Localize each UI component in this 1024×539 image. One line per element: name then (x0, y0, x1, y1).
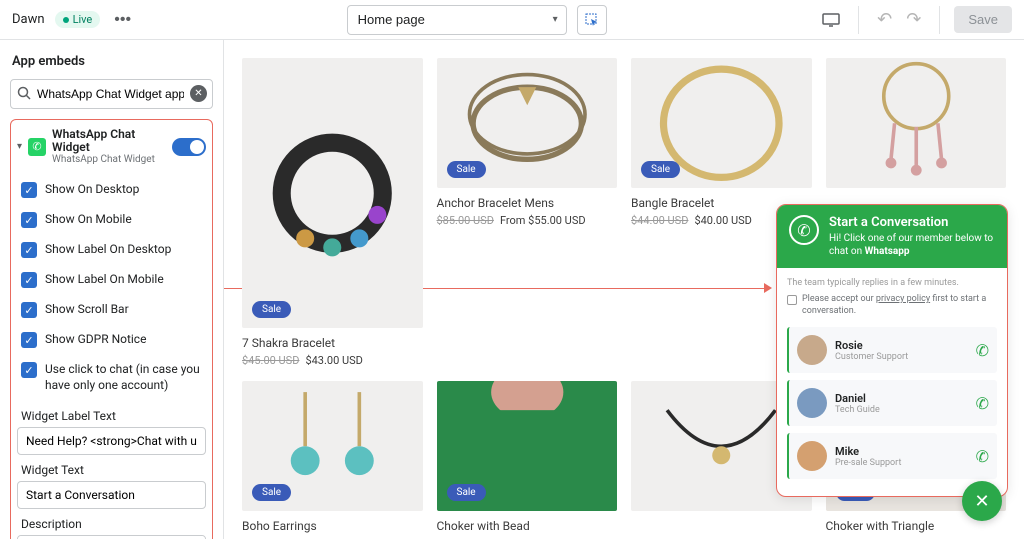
save-button[interactable]: Save (954, 6, 1012, 33)
chat-member[interactable]: RosieCustomer Support ✆ (787, 327, 997, 373)
inspector-button[interactable] (577, 5, 607, 35)
live-text: Live (73, 13, 93, 26)
checkbox-label: Show Label On Mobile (45, 272, 164, 288)
desc-field-label: Description (17, 509, 206, 535)
avatar (797, 335, 827, 365)
theme-name: Dawn (12, 12, 45, 27)
chat-gdpr-notice: Please accept our privacy policy first t… (787, 294, 997, 317)
undo-button[interactable]: ↶ (873, 5, 896, 34)
checkbox-icon[interactable]: ✓ (21, 272, 37, 288)
search-icon (17, 86, 31, 100)
whatsapp-icon: ✆ (976, 447, 989, 466)
chat-member[interactable]: MikePre-sale Support ✆ (787, 433, 997, 479)
member-name: Mike (835, 445, 968, 458)
widget-toggle[interactable] (172, 138, 206, 156)
live-badge: Live (55, 11, 101, 28)
member-name: Rosie (835, 339, 968, 352)
checkbox-icon[interactable]: ✓ (21, 332, 37, 348)
checkbox-icon[interactable]: ✓ (21, 212, 37, 228)
checkbox-row[interactable]: ✓ Show On Mobile (17, 205, 206, 235)
widget-label-input[interactable] (17, 427, 206, 455)
clear-search-icon[interactable]: ✕ (190, 85, 207, 102)
member-role: Pre-sale Support (835, 458, 968, 468)
desktop-preview-button[interactable] (818, 9, 844, 31)
checkbox-icon[interactable]: ✓ (21, 362, 37, 378)
checkbox-row[interactable]: ✓ Show GDPR Notice (17, 325, 206, 355)
checkbox-label: Show On Desktop (45, 182, 139, 198)
more-menu-button[interactable]: ••• (110, 7, 135, 33)
product-image: Sale (437, 58, 618, 188)
member-name: Daniel (835, 392, 968, 405)
checkbox-label: Show Label On Desktop (45, 242, 171, 258)
checkbox-row[interactable]: ✓ Show On Desktop (17, 175, 206, 205)
sale-badge: Sale (447, 161, 486, 178)
whatsapp-app-icon: ✆ (28, 138, 46, 156)
chat-popup: ✆ Start a Conversation Hi! Click one of … (776, 204, 1008, 497)
avatar (797, 388, 827, 418)
sidebar-title: App embeds (10, 50, 213, 79)
widget-header[interactable]: ▾ ✆ WhatsApp Chat Widget WhatsApp Chat W… (17, 128, 206, 175)
member-role: Customer Support (835, 352, 968, 362)
checkbox-icon[interactable]: ✓ (21, 182, 37, 198)
topbar: Dawn Live ••• Home page ↶ ↷ Save (0, 0, 1024, 40)
widget-name: WhatsApp Chat Widget (52, 128, 166, 154)
chat-title: Start a Conversation (829, 215, 995, 230)
sale-badge: Sale (447, 484, 486, 501)
widget-desc-input[interactable] (17, 535, 206, 539)
chat-header: ✆ Start a Conversation Hi! Click one of … (777, 205, 1007, 268)
product-image: Sale (631, 58, 812, 188)
product-title: Boho Earrings (242, 511, 423, 537)
checkbox-icon[interactable]: ✓ (21, 302, 37, 318)
product-image (826, 58, 1007, 188)
text-field-label: Widget Text (17, 455, 206, 481)
label-field-label: Widget Label Text (17, 401, 206, 427)
product-card[interactable]: Sale 7 Shakra Bracelet$45.00 USD$43.00 US… (242, 58, 423, 367)
checkbox-row[interactable]: ✓ Show Label On Desktop (17, 235, 206, 265)
product-card[interactable]: Sale Boho Earrings (242, 381, 423, 537)
chat-close-fab[interactable]: ✕ (962, 481, 1002, 521)
member-role: Tech Guide (835, 405, 968, 415)
chat-description: Hi! Click one of our member below to cha… (829, 232, 995, 258)
product-card[interactable]: Sale Anchor Bracelet Mens$85.00 USDFrom $… (437, 58, 618, 367)
checkbox-label: Show GDPR Notice (45, 332, 146, 348)
product-price: $45.00 USD$43.00 USD (242, 354, 423, 367)
product-title: Anchor Bracelet Mens (437, 188, 618, 214)
whatsapp-icon: ✆ (976, 394, 989, 413)
checkbox-label: Use click to chat (in case you have only… (45, 362, 202, 393)
checkbox-row[interactable]: ✓ Show Scroll Bar (17, 295, 206, 325)
product-title: Choker with Bead (437, 511, 618, 537)
sale-badge: Sale (641, 161, 680, 178)
product-image: Sale (242, 381, 423, 511)
product-price: $85.00 USDFrom $55.00 USD (437, 214, 618, 227)
widget-config-block: ▾ ✆ WhatsApp Chat Widget WhatsApp Chat W… (10, 119, 213, 539)
gdpr-checkbox[interactable] (787, 295, 797, 305)
checkbox-label: Show On Mobile (45, 212, 132, 228)
sale-badge: Sale (252, 301, 291, 318)
preview-canvas: Sale 7 Shakra Bracelet$45.00 USD$43.00 US… (224, 40, 1024, 539)
page-selector[interactable]: Home page (347, 5, 567, 35)
sale-badge: Sale (252, 484, 291, 501)
whatsapp-icon: ✆ (976, 341, 989, 360)
redo-button[interactable]: ↷ (902, 5, 925, 34)
privacy-link[interactable]: privacy policy (876, 294, 930, 304)
checkbox-row[interactable]: ✓ Use click to chat (in case you have onl… (17, 355, 206, 400)
avatar (797, 441, 827, 471)
chat-reply-note: The team typically replies in a few minu… (787, 278, 997, 288)
product-image: Sale (242, 58, 423, 328)
sidebar: App embeds ✕ ▾ ✆ WhatsApp Chat Widget Wh… (0, 40, 224, 539)
widget-subtitle: WhatsApp Chat Widget (52, 154, 166, 165)
whatsapp-icon: ✆ (789, 215, 819, 245)
page-selector-label: Home page (358, 12, 425, 27)
product-card[interactable]: Sale Choker with Bead (437, 381, 618, 537)
chat-member[interactable]: DanielTech Guide ✆ (787, 380, 997, 426)
chevron-down-icon: ▾ (17, 141, 22, 152)
product-image: Sale (437, 381, 618, 511)
checkbox-row[interactable]: ✓ Show Label On Mobile (17, 265, 206, 295)
widget-text-input[interactable] (17, 481, 206, 509)
product-title: 7 Shakra Bracelet (242, 328, 423, 354)
checkbox-label: Show Scroll Bar (45, 302, 129, 318)
search-input[interactable] (10, 79, 213, 109)
checkbox-icon[interactable]: ✓ (21, 242, 37, 258)
